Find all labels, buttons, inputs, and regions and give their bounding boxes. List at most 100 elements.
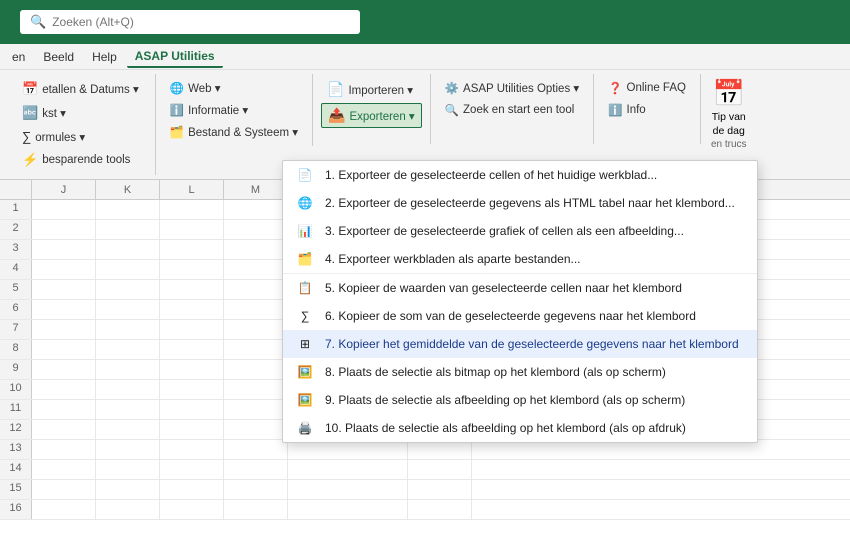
cell-j[interactable] <box>32 280 96 299</box>
cell-j[interactable] <box>32 340 96 359</box>
cell-m[interactable] <box>224 320 288 339</box>
dropdown-item[interactable]: ⊞7. Kopieer het gemiddelde van de gesele… <box>283 330 757 358</box>
cell-m[interactable] <box>224 220 288 239</box>
cell-m[interactable] <box>224 280 288 299</box>
cell-j[interactable] <box>32 480 96 499</box>
cell-l[interactable] <box>160 280 224 299</box>
cell-l[interactable] <box>160 360 224 379</box>
cell-k[interactable] <box>96 500 160 519</box>
dropdown-item[interactable]: 🖨️10. Plaats de selectie als afbeelding … <box>283 414 757 442</box>
cell-k[interactable] <box>96 380 160 399</box>
cell-j[interactable] <box>32 240 96 259</box>
cell-v[interactable] <box>408 480 472 499</box>
cell-k[interactable] <box>96 220 160 239</box>
cell-l[interactable] <box>160 200 224 219</box>
cell-j[interactable] <box>32 420 96 439</box>
cell-j[interactable] <box>32 300 96 319</box>
cell-m[interactable] <box>224 480 288 499</box>
getallen-btn[interactable]: 📅 etallen & Datums ▾ <box>16 78 145 100</box>
cell-m[interactable] <box>224 340 288 359</box>
exporteren-btn[interactable]: 📤 Exporteren ▾ <box>321 103 422 128</box>
search-box[interactable]: 🔍 <box>20 10 360 34</box>
dropdown-item[interactable]: 🌐2. Exporteer de geselecteerde gegevens … <box>283 189 757 217</box>
online-faq-btn[interactable]: ❓ Online FAQ <box>602 78 692 98</box>
cell-k[interactable] <box>96 440 160 459</box>
dropdown-item[interactable]: 🖼️9. Plaats de selectie als afbeelding o… <box>283 386 757 414</box>
cell-k[interactable] <box>96 480 160 499</box>
cell-j[interactable] <box>32 360 96 379</box>
cell-j[interactable] <box>32 200 96 219</box>
cell-l[interactable] <box>160 500 224 519</box>
cell-m[interactable] <box>224 360 288 379</box>
cell-v[interactable] <box>408 460 472 479</box>
cell-k[interactable] <box>96 360 160 379</box>
tools-btn[interactable]: ⚡ besparende tools <box>16 149 145 171</box>
cell-k[interactable] <box>96 420 160 439</box>
cell-j[interactable] <box>32 440 96 459</box>
cell-m[interactable] <box>224 500 288 519</box>
cell-k[interactable] <box>96 460 160 479</box>
search-input[interactable] <box>52 15 350 29</box>
cell-m[interactable] <box>224 260 288 279</box>
cell-j[interactable] <box>32 380 96 399</box>
cell-n[interactable] <box>288 500 408 519</box>
cell-m[interactable] <box>224 240 288 259</box>
dropdown-item[interactable]: 📋5. Kopieer de waarden van geselecteerde… <box>283 274 757 302</box>
tekst-btn[interactable]: 🔤 kst ▾ <box>16 102 145 124</box>
cell-l[interactable] <box>160 320 224 339</box>
informatie-btn[interactable]: ℹ️ Informatie ▾ <box>164 100 304 120</box>
dropdown-item[interactable]: ∑6. Kopieer de som van de geselecteerde … <box>283 302 757 330</box>
cell-l[interactable] <box>160 380 224 399</box>
cell-l[interactable] <box>160 220 224 239</box>
table-row[interactable]: 14 <box>0 460 850 480</box>
table-row[interactable]: 16 <box>0 500 850 520</box>
cell-l[interactable] <box>160 340 224 359</box>
tip-group[interactable]: 📅 Tip van de dag en trucs <box>701 74 757 154</box>
menu-item-help[interactable]: Help <box>84 47 125 67</box>
cell-m[interactable] <box>224 440 288 459</box>
cell-l[interactable] <box>160 440 224 459</box>
cell-l[interactable] <box>160 420 224 439</box>
cell-l[interactable] <box>160 460 224 479</box>
cell-j[interactable] <box>32 500 96 519</box>
importeren-btn[interactable]: 📄 Importeren ▾ <box>321 78 422 101</box>
cell-k[interactable] <box>96 320 160 339</box>
cell-m[interactable] <box>224 400 288 419</box>
cell-k[interactable] <box>96 260 160 279</box>
cell-k[interactable] <box>96 200 160 219</box>
cell-m[interactable] <box>224 460 288 479</box>
dropdown-item[interactable]: 📄1. Exporteer de geselecteerde cellen of… <box>283 161 757 189</box>
cell-l[interactable] <box>160 260 224 279</box>
cell-l[interactable] <box>160 400 224 419</box>
cell-n[interactable] <box>288 480 408 499</box>
cell-k[interactable] <box>96 400 160 419</box>
cell-j[interactable] <box>32 400 96 419</box>
cell-j[interactable] <box>32 220 96 239</box>
asap-options-btn[interactable]: ⚙️ ASAP Utilities Opties ▾ <box>439 78 585 98</box>
formules-btn[interactable]: ∑ ormules ▾ <box>16 126 145 147</box>
cell-m[interactable] <box>224 380 288 399</box>
table-row[interactable]: 15 <box>0 480 850 500</box>
cell-n[interactable] <box>288 460 408 479</box>
menu-item-beeld[interactable]: Beeld <box>35 47 82 67</box>
cell-k[interactable] <box>96 280 160 299</box>
info-btn2[interactable]: ℹ️ Info <box>602 100 692 120</box>
menu-item-asap[interactable]: ASAP Utilities <box>127 46 223 68</box>
menu-item-en[interactable]: en <box>4 47 33 67</box>
cell-m[interactable] <box>224 300 288 319</box>
cell-m[interactable] <box>224 420 288 439</box>
search-tool-btn[interactable]: 🔍 Zoek en start een tool <box>439 100 585 120</box>
web-btn[interactable]: 🌐 Web ▾ <box>164 78 304 98</box>
cell-l[interactable] <box>160 480 224 499</box>
cell-l[interactable] <box>160 240 224 259</box>
table-row[interactable]: 13 <box>0 440 850 460</box>
dropdown-item[interactable]: 🖼️8. Plaats de selectie als bitmap op he… <box>283 358 757 386</box>
bestand-btn[interactable]: 🗂️ Bestand & Systeem ▾ <box>164 122 304 142</box>
cell-j[interactable] <box>32 320 96 339</box>
cell-j[interactable] <box>32 460 96 479</box>
cell-k[interactable] <box>96 300 160 319</box>
dropdown-item[interactable]: 🗂️4. Exporteer werkbladen als aparte bes… <box>283 245 757 273</box>
cell-m[interactable] <box>224 200 288 219</box>
cell-v[interactable] <box>408 500 472 519</box>
cell-j[interactable] <box>32 260 96 279</box>
